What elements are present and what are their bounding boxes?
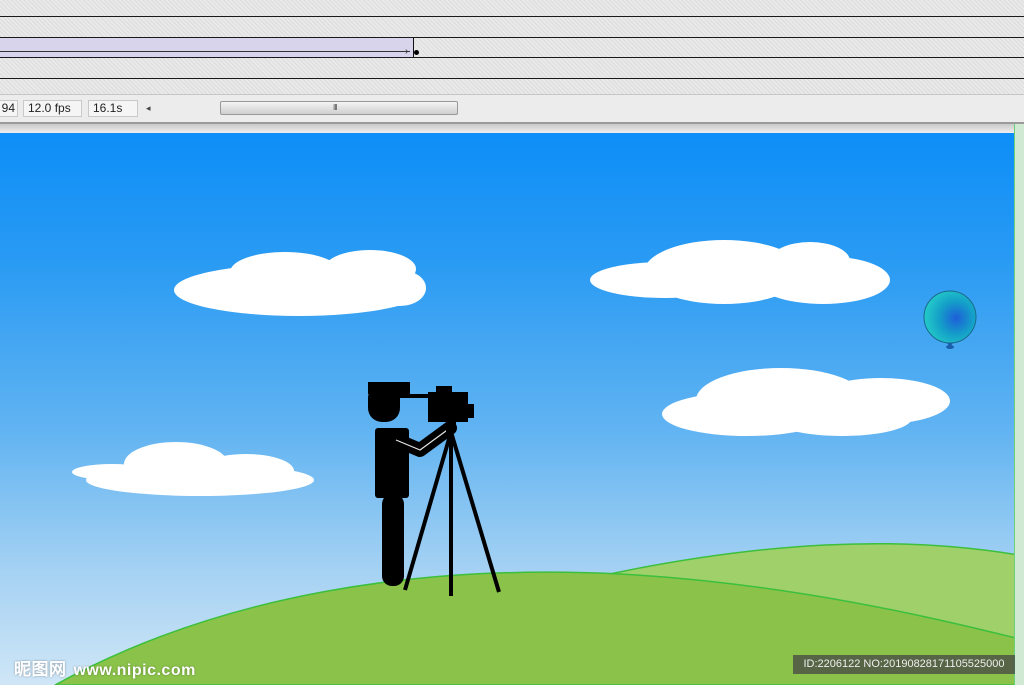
- timeline-panel[interactable]: ›: [0, 0, 1024, 94]
- photographer-silhouette-icon[interactable]: [360, 378, 510, 600]
- scroll-left-arrow-icon[interactable]: ◂: [146, 103, 151, 114]
- timeline-status-bar: 94 12.0 fps 16.1s ◂ III: [0, 94, 1024, 124]
- stage-right-bar: [1014, 124, 1024, 685]
- watermark-logo: 昵图网: [14, 660, 67, 679]
- grass-hills: [54, 542, 1024, 685]
- elapsed-time-field[interactable]: 16.1s: [88, 100, 138, 117]
- frame-rate-field[interactable]: 12.0 fps: [23, 100, 82, 117]
- watermark-site: 昵图网 www.nipic.com: [14, 655, 196, 680]
- keyframe-dot-icon[interactable]: [414, 50, 419, 55]
- scroll-grip-icon: III: [333, 103, 338, 112]
- timeline-layer-row[interactable]: [0, 57, 1024, 77]
- timeline-layer-row[interactable]: [0, 37, 1024, 57]
- watermark-url: www.nipic.com: [73, 662, 196, 679]
- timeline-layer-row[interactable]: [0, 16, 1024, 36]
- tween-arrowhead-icon: ›: [405, 46, 409, 57]
- balloon-icon[interactable]: [921, 289, 981, 353]
- tween-arrow-line: [0, 51, 410, 52]
- tripod-camera-icon: [403, 386, 501, 596]
- horizontal-scrollbar-thumb[interactable]: III: [220, 101, 458, 115]
- watermark-id: ID:2206122 NO:20190828171105525000: [793, 655, 1015, 674]
- current-frame-field[interactable]: 94: [0, 100, 18, 117]
